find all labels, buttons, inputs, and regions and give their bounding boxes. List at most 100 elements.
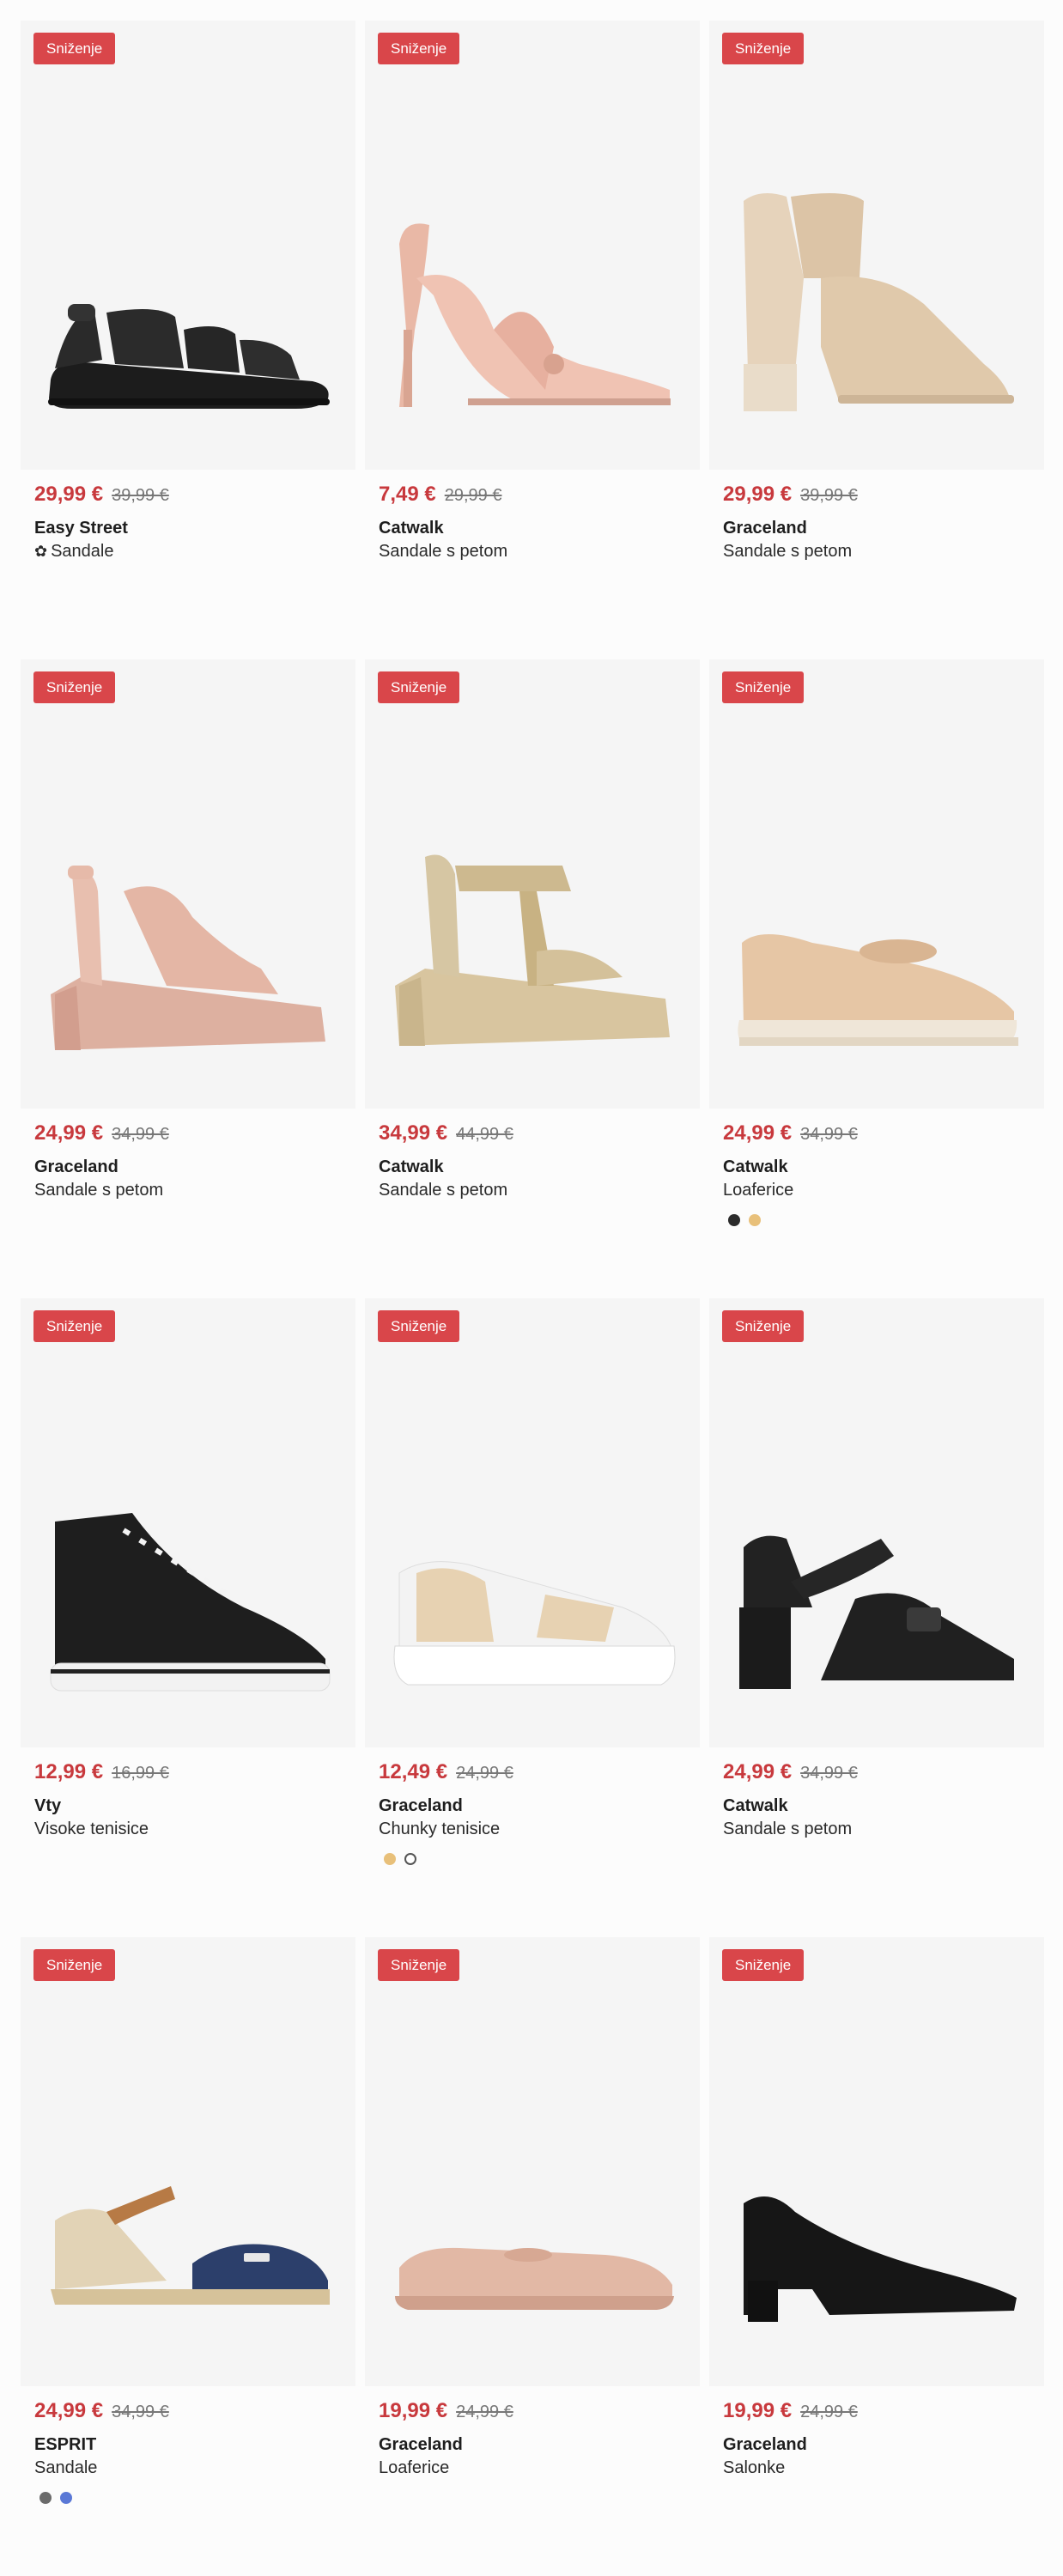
black-flat-sandal-image [48, 304, 330, 409]
price-original: 29,99 € [444, 486, 502, 505]
sale-badge: Sniženje [722, 671, 805, 703]
price-current: 19,99 € [379, 2399, 448, 2422]
price-current: 34,99 € [379, 1121, 448, 1145]
beige-loafer-image [738, 934, 1018, 1046]
sale-badge: Sniženje [378, 33, 460, 64]
price-original: 24,99 € [456, 2403, 513, 2421]
brand-name[interactable]: Easy Street [34, 517, 342, 539]
price-original: 34,99 € [112, 1125, 169, 1144]
product-image[interactable]: Sniženje [709, 21, 1044, 470]
price-current: 24,99 € [723, 1121, 793, 1145]
product-type: Sandale [34, 2458, 98, 2477]
black-block-heel-sandal-image [739, 1535, 1014, 1689]
brand-name[interactable]: Graceland [34, 1156, 342, 1178]
product-type: Loaferice [723, 1181, 794, 1200]
pink-wedge-sandal-image [51, 866, 325, 1050]
price-current: 7,49 € [379, 483, 436, 506]
sale-badge: Sniženje [722, 1310, 805, 1342]
product-image[interactable]: Sniženje [709, 1298, 1044, 1747]
price-current: 24,99 € [723, 1760, 793, 1783]
sale-badge: Sniženje [378, 1949, 460, 1981]
price-current: 12,49 € [379, 1760, 448, 1783]
product-image[interactable]: Sniženje [21, 21, 355, 470]
product-card[interactable]: Sniženje 7,49 € 29,99 € Catwalk Sandale s… [365, 21, 700, 659]
product-type: Chunky tenisice [379, 1820, 501, 1838]
color-swatch-white[interactable] [404, 1853, 416, 1865]
sale-badge: Sniženje [33, 1949, 116, 1981]
product-card[interactable]: Sniženje 12,49 € 24,99 € Graceland Chunky… [365, 1298, 700, 1937]
color-swatch-beige[interactable] [384, 1853, 396, 1865]
price-original: 34,99 € [112, 2403, 169, 2421]
sale-badge: Sniženje [33, 671, 116, 703]
price-original: 16,99 € [112, 1764, 169, 1783]
brand-name[interactable]: Vty [34, 1795, 342, 1817]
sale-badge: Sniženje [722, 33, 805, 64]
color-swatch-blue[interactable] [60, 2492, 72, 2504]
color-swatches [34, 2492, 342, 2504]
product-type: Salonke [723, 2458, 786, 2477]
sale-badge: Sniženje [378, 671, 460, 703]
color-swatches [379, 1853, 686, 1865]
product-type: ✿ Sandale [34, 539, 342, 563]
sale-badge: Sniženje [378, 1310, 460, 1342]
product-card[interactable]: Sniženje 19,99 € 24,99 € Graceland Salonk… [709, 1937, 1044, 2576]
product-card[interactable]: Sniženje 24,99 € 34,99 € Catwalk Sandale … [709, 1298, 1044, 1937]
chunky-sneaker-image [393, 1561, 676, 1686]
product-card[interactable]: Sniženje 34,99 € 44,99 € Catwalk Sandale … [365, 659, 700, 1298]
product-type: Sandale s petom [34, 1181, 164, 1200]
gold-wedge-sandal-image [395, 854, 670, 1046]
product-image[interactable]: Sniženje [21, 659, 355, 1109]
product-image[interactable]: Sniženje [709, 1937, 1044, 2386]
price-current: 19,99 € [723, 2399, 793, 2422]
product-type: Visoke tenisice [34, 1820, 149, 1838]
price-current: 24,99 € [34, 1121, 104, 1145]
product-image[interactable]: Sniženje [709, 659, 1044, 1109]
product-card[interactable]: Sniženje 29,99 € 39,99 € Graceland Sandal… [709, 21, 1044, 659]
black-high-top-sneaker-image [50, 1513, 331, 1692]
price-original: 39,99 € [800, 486, 858, 505]
brand-name[interactable]: Graceland [379, 1795, 686, 1817]
product-card[interactable]: Sniženje 24,99 € 34,99 € Graceland Sandal… [21, 659, 355, 1298]
pink-heel-sandal-image [399, 223, 671, 407]
product-type: Sandale s petom [379, 1181, 508, 1200]
sale-badge: Sniženje [33, 1310, 116, 1342]
product-type: Loaferice [379, 2458, 450, 2477]
product-image[interactable]: Sniženje [365, 1937, 700, 2386]
brand-name[interactable]: Catwalk [379, 1156, 686, 1178]
brand-name[interactable]: Catwalk [379, 517, 686, 539]
product-type: Sandale s petom [723, 542, 853, 561]
product-card[interactable]: Sniženje 29,99 € 39,99 € Easy Street ✿ San… [21, 21, 355, 659]
product-image[interactable]: Sniženje [21, 1298, 355, 1747]
brand-name[interactable]: Catwalk [723, 1156, 1030, 1178]
price-current: 24,99 € [34, 2399, 104, 2422]
product-image[interactable]: Sniženje [365, 659, 700, 1109]
brand-name[interactable]: ESPRIT [34, 2433, 342, 2456]
brand-name[interactable]: Graceland [379, 2433, 686, 2456]
product-grid: Sniženje 29,99 € 39,99 € Easy Street ✿ San… [21, 21, 1044, 2576]
brand-name[interactable]: Graceland [723, 517, 1030, 539]
brand-name[interactable]: Graceland [723, 2433, 1030, 2456]
sale-badge: Sniženje [722, 1949, 805, 1981]
price-current: 12,99 € [34, 1760, 104, 1783]
sale-badge: Sniženje [33, 33, 116, 64]
product-image[interactable]: Sniženje [365, 1298, 700, 1747]
beige-block-heel-sandal-image [744, 193, 1014, 411]
product-card[interactable]: Sniženje 24,99 € 34,99 € ESPRIT Sandale [21, 1937, 355, 2576]
color-swatch-black[interactable] [728, 1214, 740, 1226]
price-current: 29,99 € [723, 483, 793, 506]
price-original: 24,99 € [800, 2403, 858, 2421]
color-swatch-beige[interactable] [749, 1214, 761, 1226]
product-image[interactable]: Sniženje [21, 1937, 355, 2386]
product-card[interactable]: Sniženje 24,99 € 34,99 € Catwalk Loaferic… [709, 659, 1044, 1298]
price-original: 44,99 € [456, 1125, 513, 1144]
brand-name[interactable]: Catwalk [723, 1795, 1030, 1817]
product-card[interactable]: Sniženje 12,99 € 16,99 € Vty Visoke tenis… [21, 1298, 355, 1937]
color-swatch-grey[interactable] [39, 2492, 52, 2504]
pink-loafer-image [395, 2247, 674, 2310]
product-type: Sandale s petom [723, 1820, 853, 1838]
product-card[interactable]: Sniženje 19,99 € 24,99 € Graceland Loafer… [365, 1937, 700, 2576]
navy-espadrille-sandal-image [51, 2186, 330, 2305]
product-image[interactable]: Sniženje [365, 21, 700, 470]
price-original: 34,99 € [800, 1125, 858, 1144]
price-current: 29,99 € [34, 483, 104, 506]
